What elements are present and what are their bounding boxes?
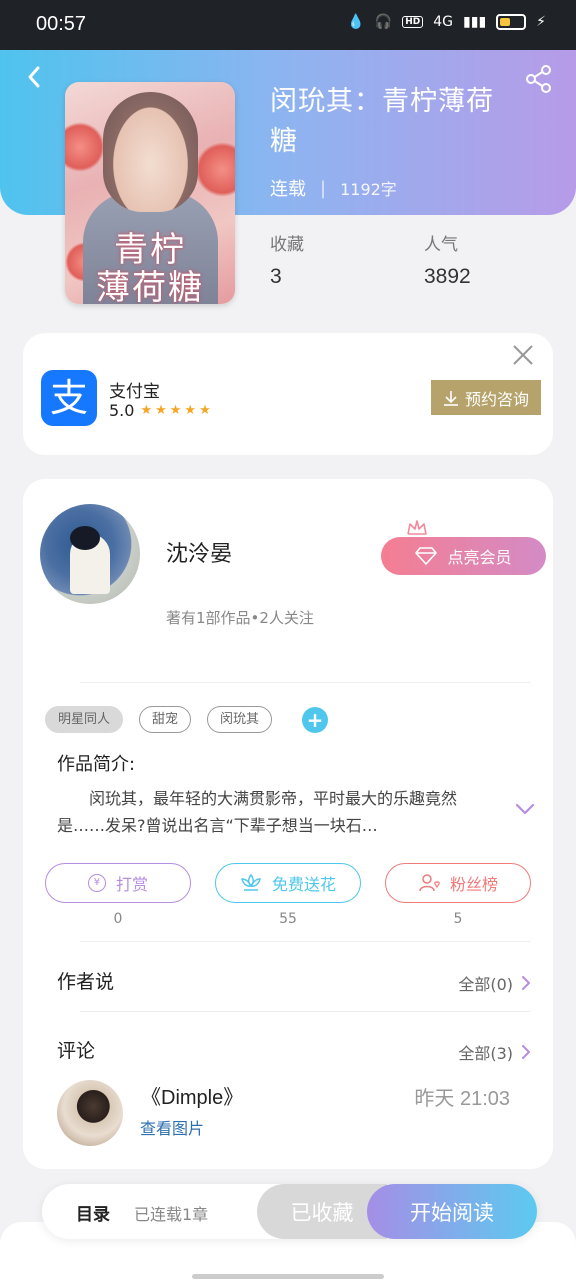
vip-button[interactable]: 点亮会员 [381, 537, 546, 575]
drop-icon: 💧 [347, 14, 365, 30]
chevron-right-icon [522, 1045, 530, 1059]
chapter-count: 已连载1章 [134, 1205, 209, 1224]
comment-avatar[interactable] [57, 1080, 123, 1146]
share-button[interactable] [524, 64, 554, 94]
start-reading-button[interactable]: 开始阅读 [367, 1184, 537, 1239]
charging-icon: ⚡ [536, 14, 546, 30]
close-icon [513, 345, 533, 365]
diamond-icon [415, 547, 438, 565]
favorites-label: 收藏 [270, 235, 304, 255]
comments-all-label: 全部(3) [458, 1044, 513, 1063]
cover-flower [195, 142, 235, 197]
home-indicator [192, 1274, 384, 1279]
divider [80, 682, 530, 683]
book-meta: 连载 | 1192字 [270, 175, 397, 201]
avatar-hair [70, 526, 100, 550]
tag-item[interactable]: 甜宠 [139, 706, 192, 733]
ad-app-name: 支付宝 [109, 382, 160, 402]
flower-count: 55 [279, 911, 297, 927]
share-icon [526, 65, 551, 93]
status-icons: 💧 🎧 HD 4G ▮▮▮ ⚡ [347, 14, 546, 30]
download-icon [443, 390, 458, 406]
intro-text: 闵玧其，最年轻的大满贯影帝，平时最大的乐趣竟然是……发呆?曾说出名言“下辈子想当… [57, 785, 492, 839]
cover-flower [65, 122, 105, 172]
fan-label: 粉丝榜 [449, 875, 498, 894]
divider [80, 1011, 530, 1012]
alipay-logo-icon: 支 [41, 370, 97, 426]
comments-all-link[interactable]: 全部(3) [458, 1040, 531, 1064]
battery-icon [496, 14, 527, 30]
fan-ranking-button[interactable]: 粉丝榜 [385, 863, 531, 903]
popularity-value: 3892 [424, 265, 471, 288]
toc-button[interactable]: 目录 [76, 1200, 110, 1225]
tag-item[interactable]: 明星同人 [45, 706, 124, 733]
crown-icon [407, 520, 427, 535]
bottom-action-bar: 目录 已连载1章 已收藏 开始阅读 [42, 1184, 537, 1239]
author-says-all-label: 全部(0) [458, 975, 513, 994]
author-says-label: 作者说 [57, 971, 115, 993]
ad-cta-label: 预约咨询 [464, 389, 529, 409]
intro-body: 闵玧其，最年轻的大满贯影帝，平时最大的乐趣竟然是……发呆?曾说出名言“下辈子想当… [57, 789, 458, 835]
yen-icon: ¥ [87, 874, 106, 892]
book-title: 闵玧其：青柠薄荷糖 [270, 86, 494, 157]
tag-item[interactable]: 闵玧其 [207, 706, 273, 733]
add-tag-button[interactable]: + [302, 706, 329, 733]
fan-icon [419, 874, 440, 892]
author-avatar[interactable] [40, 504, 140, 604]
signal-icon: ▮▮▮ [463, 14, 487, 30]
hd-badge: HD [402, 16, 424, 28]
ad-cta-button[interactable]: 预约咨询 [431, 380, 541, 415]
meta-separator: | [320, 177, 327, 199]
author-says-all-link[interactable]: 全部(0) [458, 971, 531, 995]
favorites-stat: 收藏 3 [270, 230, 304, 289]
chevron-right-icon [522, 976, 530, 990]
book-word-count: 1192字 [340, 180, 397, 199]
chevron-down-icon[interactable] [514, 801, 536, 817]
book-status: 连载 [270, 179, 306, 200]
comments-label: 评论 [57, 1040, 96, 1062]
cover-figure-face [103, 92, 198, 212]
flower-label: 免费送花 [271, 875, 336, 894]
status-bar: 00:57 💧 🎧 HD 4G ▮▮▮ ⚡ [0, 0, 576, 50]
flower-icon [241, 873, 261, 891]
view-image-link[interactable]: 查看图片 [140, 1115, 204, 1139]
ad-card[interactable]: 支 支付宝 5.0 ★★★★★ 预约咨询 [23, 333, 553, 455]
favorites-value: 3 [270, 265, 282, 288]
author-name[interactable]: 沈泠晏 [166, 536, 232, 568]
cover-title-line2: 薄荷糖 [96, 268, 204, 304]
tip-count: 0 [113, 911, 123, 927]
status-time: 00:57 [36, 13, 87, 35]
tip-label: 打赏 [115, 875, 148, 894]
comment-time: 昨天 21:03 [414, 1088, 510, 1110]
headset-icon: 🎧 [374, 14, 393, 30]
author-stats: 著有1部作品•2人关注 [166, 609, 314, 627]
network-label: 4G [433, 14, 454, 30]
ad-close-button[interactable] [511, 343, 535, 367]
tag-list: 明星同人 甜宠 闵玧其 + [45, 706, 329, 733]
tip-button[interactable]: ¥ 打赏 [45, 863, 191, 903]
intro-label: 作品简介: [57, 754, 136, 775]
book-cover[interactable]: 青柠 薄荷糖 [65, 82, 235, 304]
popularity-stat: 人气 3892 [424, 230, 471, 289]
comment-title[interactable]: 《Dimple》 [141, 1081, 243, 1110]
ad-rating-value: 5.0 [109, 401, 135, 420]
fan-count: 5 [453, 911, 463, 927]
send-flower-button[interactable]: 免费送花 [215, 863, 361, 903]
back-button[interactable] [20, 62, 50, 92]
vip-label: 点亮会员 [447, 548, 512, 567]
ad-rating: 5.0 ★★★★★ [109, 401, 214, 420]
chevron-left-icon [28, 66, 40, 88]
popularity-label: 人气 [424, 235, 458, 255]
star-icons: ★★★★★ [140, 403, 214, 418]
divider [80, 941, 530, 942]
book-detail-card: 沈泠晏 著有1部作品•2人关注 点亮会员 明星同人 甜宠 闵玧其 + 作品简介:… [23, 479, 553, 1169]
